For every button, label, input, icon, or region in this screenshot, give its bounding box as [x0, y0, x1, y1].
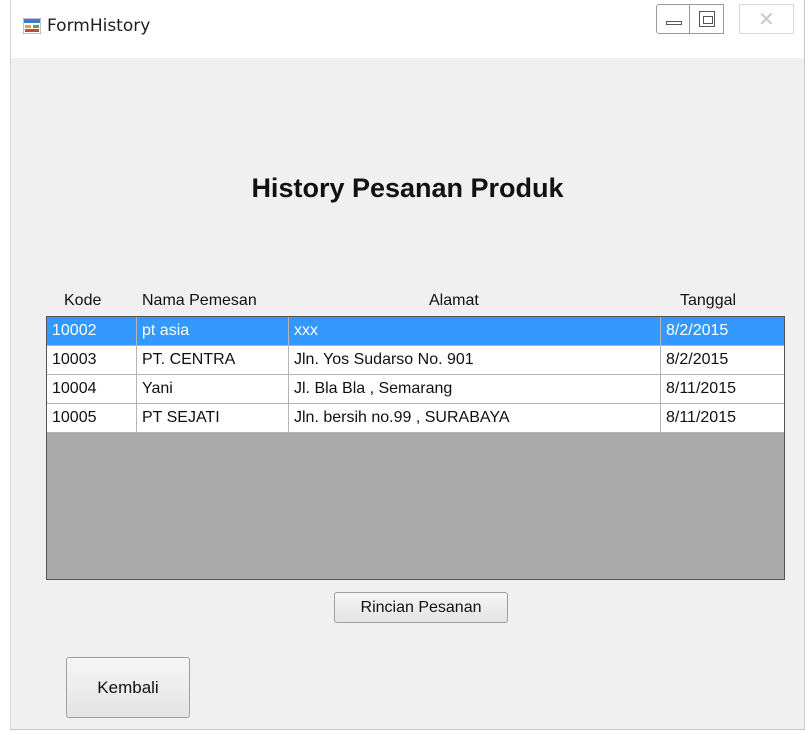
table-row[interactable]: 10004 Yani Jl. Bla Bla , Semarang 8/11/2…	[47, 375, 784, 404]
cell-tanggal[interactable]: 8/2/2015	[661, 346, 784, 374]
table-row[interactable]: 10002 pt asia xxx 8/2/2015	[47, 317, 784, 346]
minimize-button[interactable]	[656, 4, 690, 34]
column-header-nama-pemesan[interactable]: Nama Pemesan	[142, 292, 257, 310]
cell-kode[interactable]: 10004	[47, 375, 137, 403]
cell-kode[interactable]: 10002	[47, 317, 137, 345]
column-header-tanggal[interactable]: Tanggal	[680, 292, 736, 310]
cell-alamat[interactable]: xxx	[289, 317, 661, 345]
kembali-button[interactable]: Kembali	[66, 657, 190, 718]
cell-tanggal[interactable]: 8/11/2015	[661, 375, 784, 403]
title-bar[interactable]: FormHistory ✕	[11, 0, 804, 58]
form-app-icon	[23, 18, 41, 34]
history-data-grid[interactable]: 10002 pt asia xxx 8/2/2015 10003 PT. CEN…	[46, 316, 785, 580]
cell-nama-pemesan[interactable]: Yani	[137, 375, 289, 403]
cell-nama-pemesan[interactable]: PT. CENTRA	[137, 346, 289, 374]
cell-kode[interactable]: 10003	[47, 346, 137, 374]
cell-tanggal[interactable]: 8/11/2015	[661, 404, 784, 432]
window-title: FormHistory	[47, 16, 151, 36]
cell-alamat[interactable]: Jln. bersih no.99 , SURABAYA	[289, 404, 661, 432]
cell-alamat[interactable]: Jl. Bla Bla , Semarang	[289, 375, 661, 403]
rincian-pesanan-button[interactable]: Rincian Pesanan	[334, 592, 508, 623]
cell-kode[interactable]: 10005	[47, 404, 137, 432]
page-title: History Pesanan Produk	[251, 173, 564, 203]
close-icon: ✕	[758, 7, 775, 31]
minimize-icon	[666, 21, 682, 25]
table-row[interactable]: 10003 PT. CENTRA Jln. Yos Sudarso No. 90…	[47, 346, 784, 375]
cell-nama-pemesan[interactable]: pt asia	[137, 317, 289, 345]
table-row[interactable]: 10005 PT SEJATI Jln. bersih no.99 , SURA…	[47, 404, 784, 433]
form-history-window: FormHistory ✕ History Pesanan Produk Kod…	[10, 0, 805, 730]
cell-alamat[interactable]: Jln. Yos Sudarso No. 901	[289, 346, 661, 374]
cell-tanggal[interactable]: 8/2/2015	[661, 317, 784, 345]
maximize-icon	[699, 11, 715, 27]
close-button[interactable]: ✕	[739, 4, 794, 34]
column-header-kode[interactable]: Kode	[64, 292, 101, 310]
maximize-button[interactable]	[689, 4, 724, 34]
column-header-alamat[interactable]: Alamat	[429, 292, 479, 310]
cell-nama-pemesan[interactable]: PT SEJATI	[137, 404, 289, 432]
